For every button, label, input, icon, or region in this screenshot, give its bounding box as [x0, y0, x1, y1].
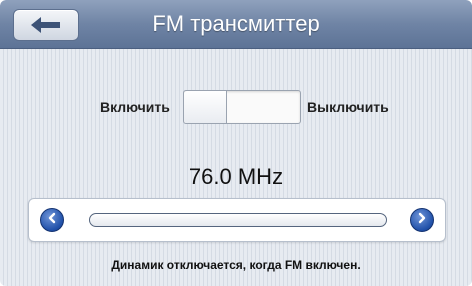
power-toggle-switch[interactable] — [183, 90, 301, 124]
toggle-knob[interactable] — [184, 91, 227, 123]
increase-frequency-button[interactable] — [410, 208, 434, 232]
back-button[interactable] — [13, 9, 79, 41]
frequency-slider-panel — [28, 198, 446, 242]
fm-transmitter-screen: FM трансмиттер Включить Выключить 76.0 M… — [0, 0, 472, 286]
chevron-right-icon — [416, 211, 428, 229]
frequency-slider-track[interactable] — [89, 213, 387, 227]
enable-label[interactable]: Включить — [100, 90, 170, 124]
header-bar: FM трансмиттер — [0, 0, 472, 49]
speaker-note: Динамик отключается, когда FM включен. — [111, 258, 361, 272]
disable-label[interactable]: Выключить — [307, 90, 389, 124]
page-title: FM трансмиттер — [152, 11, 320, 36]
chevron-left-icon — [46, 211, 58, 229]
frequency-display: 76.0 MHz — [188, 164, 284, 189]
back-arrow-icon — [31, 17, 61, 33]
decrease-frequency-button[interactable] — [40, 208, 64, 232]
power-toggle-row: Включить Выключить — [0, 90, 472, 124]
